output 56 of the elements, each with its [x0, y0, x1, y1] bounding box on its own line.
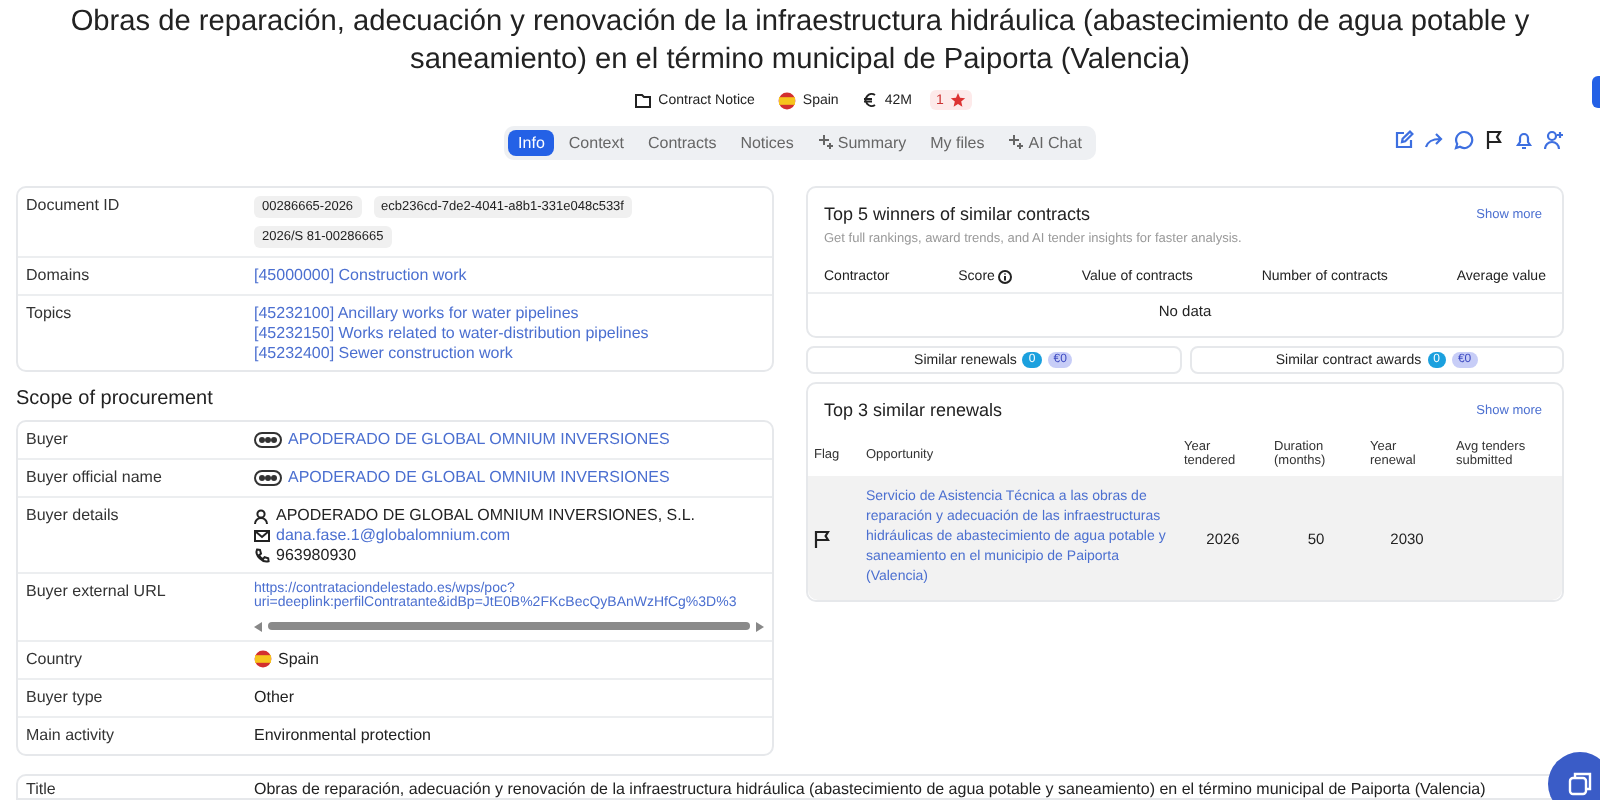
field-label: Buyer type — [26, 688, 105, 708]
field-label: Domains — [26, 266, 92, 286]
euro-icon — [862, 92, 879, 108]
field-label: Buyer official name — [26, 468, 164, 488]
field-label: Buyer external URL — [26, 582, 168, 604]
field-value: Environmental protection — [254, 726, 433, 744]
code-link[interactable]: [45232150] Works related to water-distribution pipelines — [254, 324, 649, 342]
code-link[interactable]: [45232400] Sewer construction work — [254, 344, 513, 362]
field-label: Document ID — [26, 196, 122, 218]
code-link[interactable]: [45232100] Ancillary works for water pipelines — [254, 304, 579, 322]
field-label: Main activity — [26, 726, 117, 746]
flag-icon — [778, 91, 797, 109]
field-label: Topics — [26, 304, 74, 326]
tab[interactable]: Context — [558, 129, 634, 155]
code-link[interactable]: [45000000] Construction work — [254, 266, 467, 284]
flag-icon[interactable] — [814, 529, 830, 547]
page-title: Obras de reparación, adecuación y renovación de la infraestructura hidráulica (abastecimiento de agua potable y saneamiento) en el término municipal de Paiporta (Valencia) — [68, 4, 1532, 80]
buyer-link[interactable]: APODERADO DE GLOBAL OMNIUM INVERSIONES — [288, 430, 670, 448]
edit-icon[interactable] — [1394, 130, 1414, 150]
group-icon — [254, 431, 282, 447]
field-label: Title — [26, 780, 58, 798]
scrollbar-drawing[interactable] — [254, 620, 764, 632]
comment-icon[interactable] — [1454, 130, 1474, 150]
tab[interactable]: Notices — [730, 129, 804, 155]
contact-text: APODERADO DE GLOBAL OMNIUM INVERSIONES, S.L. — [276, 506, 696, 524]
mail-icon — [254, 527, 270, 543]
card-title: Top 5 winners of similar contracts — [824, 204, 1091, 224]
group-icon — [254, 469, 282, 485]
country-text: Spain — [278, 650, 319, 668]
tab[interactable]: My files — [920, 129, 995, 155]
email-link[interactable]: dana.fase.1@globalomnium.com — [276, 526, 511, 544]
person-icon — [254, 507, 270, 523]
buyer-link[interactable]: APODERADO DE GLOBAL OMNIUM INVERSIONES — [288, 468, 670, 486]
field-label: Buyer details — [26, 506, 121, 528]
phone-icon — [254, 547, 270, 563]
contact-text: 963980930 — [276, 546, 357, 564]
tab[interactable]: AI Chat — [998, 129, 1092, 155]
chat-icon — [1568, 772, 1592, 796]
star-icon — [949, 92, 966, 108]
share-icon[interactable] — [1424, 130, 1444, 150]
tab[interactable]: Info — [508, 129, 555, 155]
add-user-icon[interactable] — [1544, 130, 1564, 150]
tab[interactable]: Contracts — [637, 129, 727, 155]
section-heading: Scope of procurement — [16, 388, 215, 410]
bell-icon[interactable] — [1514, 130, 1534, 150]
flag-icon[interactable] — [1484, 130, 1504, 150]
card-title: Top 3 similar renewals — [824, 400, 1003, 420]
sparkle-icon — [1008, 134, 1025, 150]
field-value: Other — [254, 688, 297, 706]
tab[interactable]: Summary — [807, 129, 917, 155]
flag-icon — [254, 650, 272, 668]
field-value: Obras de reparación, adecuación y renovación de la infraestructura hidráulica (abastecimiento de agua potable y saneamiento) en el término municipal de Paiporta (Valencia) — [254, 780, 1488, 798]
folder-icon — [634, 92, 653, 108]
sparkle-icon — [817, 134, 834, 150]
field-label: Country — [26, 650, 85, 670]
field-label: Buyer — [26, 430, 70, 450]
